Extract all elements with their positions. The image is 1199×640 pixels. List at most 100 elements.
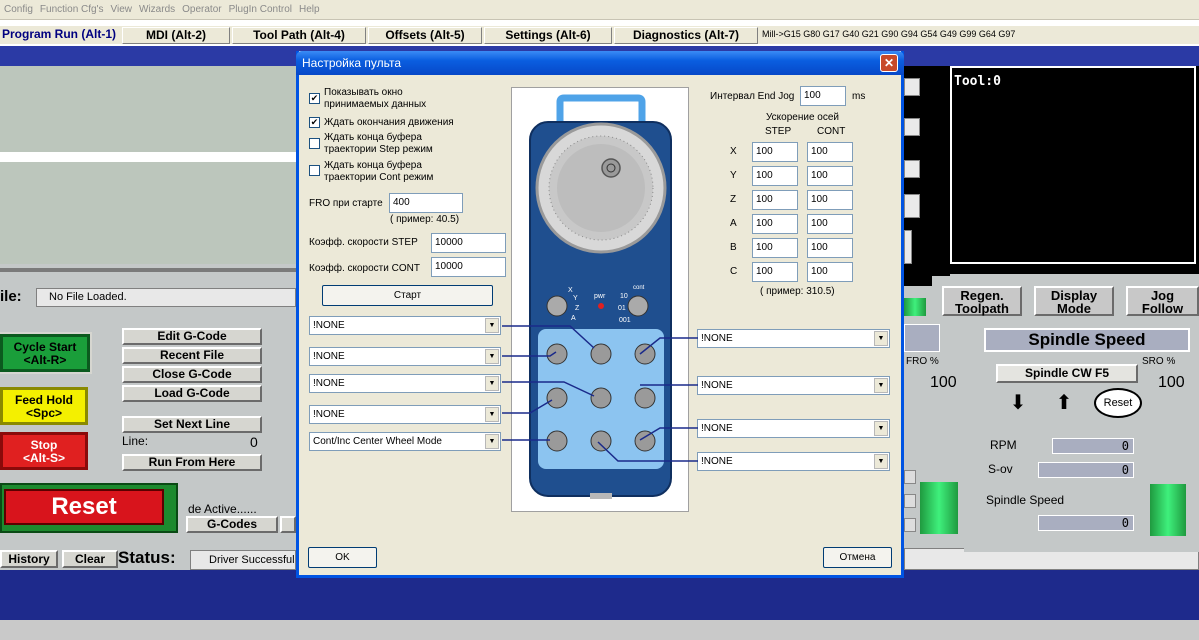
button-function-select[interactable]: !NONE ▼ (309, 374, 501, 393)
cont-coef-label: Коэфф. скорости CONT (309, 263, 420, 274)
stop-button[interactable]: Stop <Alt-S> (0, 432, 88, 470)
cont-accel-input[interactable]: 100 (807, 238, 853, 258)
tab-settings[interactable]: Settings (Alt-6) (484, 27, 612, 44)
select-value: Cont/Inc Center Wheel Mode (313, 436, 442, 447)
chevron-down-icon[interactable]: ▼ (874, 378, 888, 393)
load-gcode-button[interactable]: Load G-Code (122, 385, 262, 402)
cancel-button[interactable]: Отмена (823, 547, 892, 568)
button-function-select[interactable]: !NONE ▼ (697, 419, 890, 438)
tab-tool-path[interactable]: Tool Path (Alt-4) (232, 27, 366, 44)
regen-toolpath-button[interactable]: Regen. Toolpath (942, 286, 1022, 316)
step-accel-input[interactable]: 100 (752, 214, 798, 234)
step-header: STEP (765, 126, 792, 137)
mcodes-button[interactable] (280, 516, 296, 533)
checkbox-wait-buffer-cont[interactable] (309, 165, 320, 176)
tab-offsets[interactable]: Offsets (Alt-5) (368, 27, 482, 44)
chevron-down-icon[interactable]: ▼ (485, 349, 499, 364)
tab-mdi[interactable]: MDI (Alt-2) (122, 27, 230, 44)
ok-button[interactable]: OK (308, 547, 377, 568)
button-function-select[interactable]: !NONE ▼ (697, 376, 890, 395)
step-coef-input[interactable]: 10000 (431, 233, 506, 253)
jog-follow-button[interactable]: Jog Follow (1126, 286, 1199, 316)
history-button[interactable]: History (0, 550, 58, 568)
small-button[interactable] (904, 494, 916, 508)
regen-sublabel: Toolpath (955, 301, 1009, 316)
small-button[interactable] (904, 470, 916, 484)
display-mode-button[interactable]: Display Mode (1034, 286, 1114, 316)
step-accel-input[interactable]: 100 (752, 166, 798, 186)
menu-plugin-control[interactable]: PlugIn Control (225, 0, 295, 15)
cont-accel-input[interactable]: 100 (807, 262, 853, 282)
dro-button[interactable] (904, 118, 920, 136)
step-accel-input[interactable]: 100 (752, 238, 798, 258)
tab-program-run[interactable]: Program Run (Alt-1) (2, 27, 122, 44)
checkbox-wait-buffer-step[interactable] (309, 138, 320, 149)
cont-accel-input[interactable]: 100 (807, 214, 853, 234)
spindle-reset-button[interactable]: Reset (1094, 388, 1142, 418)
cycle-start-button[interactable]: Cycle Start <Alt-R> (0, 332, 92, 374)
reset-button[interactable]: Reset (4, 489, 164, 525)
button-function-select[interactable]: !NONE ▼ (309, 405, 501, 424)
start-button[interactable]: Старт (322, 285, 493, 306)
chevron-down-icon[interactable]: ▼ (874, 331, 888, 346)
recent-file-button[interactable]: Recent File (122, 347, 262, 364)
menu-wizards[interactable]: Wizards (135, 0, 178, 15)
checkbox-wait-motion[interactable]: ✔ (309, 117, 320, 128)
button-function-select[interactable]: !NONE ▼ (697, 329, 890, 348)
gcodes-button[interactable]: G-Codes (186, 516, 278, 533)
menu-view[interactable]: View (107, 0, 136, 15)
button-function-select[interactable]: !NONE ▼ (309, 347, 501, 366)
dro-button[interactable] (904, 230, 912, 264)
cont-accel-input[interactable]: 100 (807, 142, 853, 162)
fro-example: ( пример: 40.5) (390, 214, 460, 225)
menu-function-cfgs[interactable]: Function Cfg's (36, 0, 107, 15)
button-function-select[interactable]: !NONE ▼ (697, 452, 890, 471)
cont-coef-input[interactable]: 10000 (431, 257, 506, 277)
step-accel-input[interactable]: 100 (752, 262, 798, 282)
chevron-down-icon[interactable]: ▼ (485, 434, 499, 449)
sov-value: 0 (1038, 462, 1134, 478)
rpm-value: 0 (1052, 438, 1134, 454)
button-function-select[interactable]: Cont/Inc Center Wheel Mode ▼ (309, 432, 501, 451)
fro-value: 100 (930, 374, 957, 391)
menu-help[interactable]: Help (295, 0, 323, 15)
checkbox-show-window[interactable]: ✔ (309, 93, 320, 104)
chevron-down-icon[interactable]: ▼ (485, 407, 499, 422)
select-value: !NONE (701, 380, 733, 391)
dro-button[interactable] (904, 78, 920, 96)
dro-button[interactable] (904, 194, 920, 218)
display-sublabel: Mode (1057, 301, 1091, 316)
dro-button[interactable] (904, 160, 920, 178)
spindle-cw-button[interactable]: Spindle CW F5 (996, 364, 1138, 383)
end-jog-label: Интервал End Jog (710, 91, 795, 102)
modal-gcodes-line: Mill->G15 G80 G17 G40 G21 G90 G94 G54 G4… (762, 29, 1016, 39)
cont-accel-input[interactable]: 100 (807, 190, 853, 210)
close-gcode-button[interactable]: Close G-Code (122, 366, 262, 383)
menu-operator[interactable]: Operator (178, 0, 224, 15)
line-value: 0 (250, 434, 258, 450)
checkbox-wait-buffer-step-label: Ждать конца буфера траектории Step режим (324, 132, 433, 155)
spindle-speed-label: Spindle Speed (986, 493, 1065, 507)
fro-start-input[interactable]: 400 (389, 193, 463, 213)
chevron-down-icon[interactable]: ▼ (485, 376, 499, 391)
feed-hold-button[interactable]: Feed Hold <Spc> (0, 387, 88, 425)
toolpath-view[interactable] (0, 66, 296, 268)
chevron-down-icon[interactable]: ▼ (874, 454, 888, 469)
step-accel-input[interactable]: 100 (752, 190, 798, 210)
edit-gcode-button[interactable]: Edit G-Code (122, 328, 262, 345)
step-accel-input[interactable]: 100 (752, 142, 798, 162)
set-next-line-button[interactable]: Set Next Line (122, 416, 262, 433)
chevron-down-icon[interactable]: ▼ (485, 318, 499, 333)
small-button[interactable] (904, 518, 916, 532)
button-function-select[interactable]: !NONE ▼ (309, 316, 501, 335)
spindle-up-icon[interactable]: ⬆ (1050, 393, 1078, 415)
tab-diagnostics[interactable]: Diagnostics (Alt-7) (614, 27, 758, 44)
close-icon[interactable]: ✕ (880, 54, 898, 72)
run-from-here-button[interactable]: Run From Here (122, 454, 262, 471)
chevron-down-icon[interactable]: ▼ (874, 421, 888, 436)
spindle-down-icon[interactable]: ⬇ (1004, 393, 1032, 415)
menu-config[interactable]: Config (0, 0, 36, 15)
end-jog-input[interactable]: 100 (800, 86, 846, 106)
cont-accel-input[interactable]: 100 (807, 166, 853, 186)
clear-button[interactable]: Clear (62, 550, 118, 568)
